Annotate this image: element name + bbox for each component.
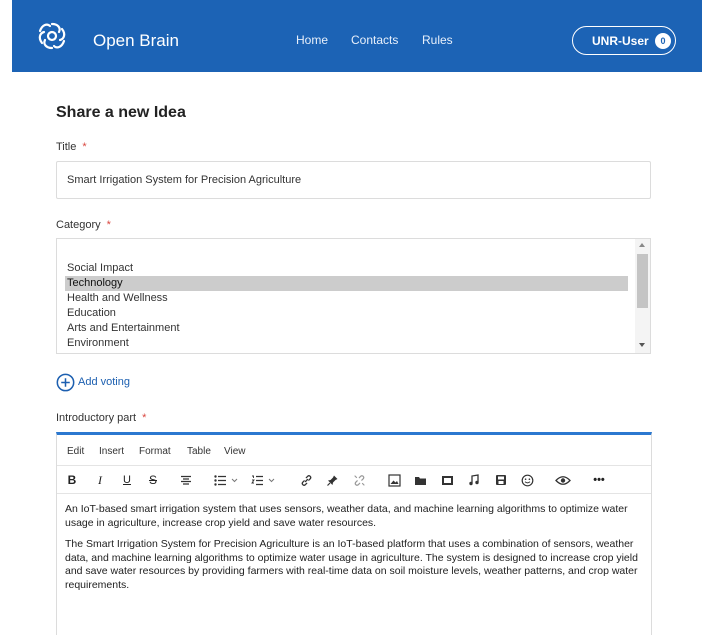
italic-icon[interactable]: I [93,470,107,490]
music-icon[interactable] [466,470,482,490]
title-input[interactable] [56,161,651,199]
category-label: Category * [56,219,111,231]
pin-icon[interactable] [324,470,340,490]
emoji-icon[interactable] [519,470,535,490]
category-option-health-and-wellness[interactable]: Health and Wellness [65,291,628,306]
menu-edit[interactable]: Edit [67,446,84,457]
nav-home[interactable]: Home [296,33,328,47]
add-voting-label: Add voting [78,376,130,388]
editor-toolbar: B I U S ••• [57,465,651,494]
numbered-list-icon[interactable] [250,470,278,490]
more-icon[interactable]: ••• [591,470,607,490]
title-label: Title * [56,141,87,153]
add-voting-button[interactable]: Add voting [56,372,130,392]
link-icon[interactable] [298,470,314,490]
required-mark: * [82,141,87,153]
scroll-up-arrow-icon[interactable] [639,243,645,247]
user-menu-button[interactable]: UNR-User 0 [572,26,676,55]
top-header: Open Brain Home Contacts Rules UNR-User … [12,0,702,72]
align-icon[interactable] [178,470,194,490]
editor-content[interactable]: An IoT-based smart irrigation system tha… [65,503,647,600]
bullet-list-icon[interactable] [213,470,241,490]
user-name: UNR-User [592,34,649,48]
category-option-social-impact[interactable]: Social Impact [65,261,628,276]
category-option-education[interactable]: Education [65,306,628,321]
intro-label: Introductory part * [56,412,146,424]
category-listbox[interactable]: Social Impact Technology Health and Well… [56,238,651,354]
nav-rules[interactable]: Rules [422,33,453,47]
required-mark: * [106,219,111,231]
plus-circle-icon [56,373,75,391]
page-title: Share a new Idea [56,104,186,121]
menu-format[interactable]: Format [139,446,171,457]
intro-label-text: Introductory part [56,412,137,424]
brand-name[interactable]: Open Brain [93,31,179,51]
category-options: Social Impact Technology Health and Well… [65,261,628,351]
required-mark: * [142,412,147,424]
category-option-technology[interactable]: Technology [65,276,628,291]
scroll-down-arrow-icon[interactable] [639,343,645,347]
preview-icon[interactable] [554,470,572,490]
category-option-arts-and-entertainment[interactable]: Arts and Entertainment [65,321,628,336]
title-label-text: Title [56,141,77,153]
underline-icon[interactable]: U [119,470,135,490]
nav-contacts[interactable]: Contacts [351,33,398,47]
category-option-environment[interactable]: Environment [65,336,628,351]
strikethrough-icon[interactable]: S [145,470,161,490]
notification-count-badge: 0 [655,33,671,49]
page: Open Brain Home Contacts Rules UNR-User … [0,0,702,635]
scrollbar-thumb[interactable] [637,254,648,308]
save-icon[interactable] [493,470,509,490]
menu-insert[interactable]: Insert [99,446,124,457]
category-label-text: Category [56,219,101,231]
folder-icon[interactable] [412,470,428,490]
intro-paragraph-1: An IoT-based smart irrigation system tha… [65,503,628,529]
brand-logo-icon[interactable] [34,18,70,54]
intro-paragraph-2: The Smart Irrigation System for Precisio… [65,538,638,591]
media-icon[interactable] [439,470,455,490]
bold-icon[interactable]: B [64,470,80,490]
editor-menubar: Edit Insert Format Table View [57,435,651,465]
rich-text-editor: Edit Insert Format Table View B I U S ••… [56,432,652,635]
unlink-icon[interactable] [351,470,367,490]
image-icon[interactable] [386,470,402,490]
menu-table[interactable]: Table [187,446,211,457]
category-scrollbar[interactable] [635,239,650,353]
menu-view[interactable]: View [224,446,246,457]
